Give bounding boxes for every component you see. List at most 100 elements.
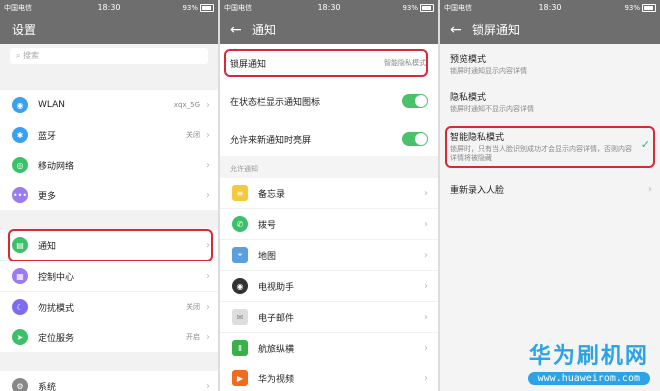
app-label: 航旅纵横 [258,344,295,355]
control-center-icon: ▦ [12,268,28,284]
chevron-right-icon: › [424,249,428,261]
app-item-memo[interactable]: ≡ 备忘录 › [220,178,438,209]
mode-option-preview[interactable]: 预览模式 锁屏时通知显示内容详情 [450,52,650,76]
more-icon: ••• [12,187,28,203]
page-title: 设置 [12,23,37,37]
tv-assistant-icon: ◉ [232,278,248,294]
search-placeholder: 搜索 [23,51,40,60]
app-item-email[interactable]: ✉ 电子邮件 › [220,302,438,333]
moon-icon: ☾ [12,299,28,315]
settings-item-mobile-network[interactable]: ◎ 移动网络 › [0,150,218,180]
app-label: 备忘录 [258,189,286,200]
chevron-right-icon: › [206,99,210,111]
mode-description: 锁屏时通知不显示内容详情 [450,105,534,113]
app-label: 华为视频 [258,374,295,385]
title-bar: ← 通知 [220,16,438,44]
battery-label: 93% [182,4,198,12]
email-icon: ✉ [232,309,248,325]
highlight-box [445,126,655,168]
battery-icon [642,4,656,12]
settings-item-label: WLAN [38,100,66,110]
settings-item-label: 定位服务 [38,333,75,344]
chevron-right-icon: › [206,159,210,171]
chevron-right-icon: › [424,342,428,354]
app-item-travel[interactable]: Ⅱ 航旅纵横 › [220,333,438,364]
watermark-url: www.huaweirom.com [527,372,650,385]
toggle-label: 在状态栏显示通知图标 [230,97,321,108]
highlight-box [224,49,428,77]
battery-label: 93% [402,4,418,12]
video-icon: ▶ [232,370,248,386]
status-bar: 中国电信 18:30 93% [220,0,438,16]
mode-option-privacy[interactable]: 隐私模式 锁屏时通知不显示内容详情 [450,90,650,114]
settings-item-do-not-disturb[interactable]: ☾ 勿扰模式 关闭 › [0,292,218,322]
chevron-right-icon: › [206,189,210,201]
settings-item-label: 蓝牙 [38,131,57,142]
settings-item-label: 控制中心 [38,272,75,283]
settings-panel: 中国电信 18:30 93% 设置 ⌕ 搜索 ◉ WLAN xqx_5G › ✱… [0,0,218,391]
chevron-right-icon: › [206,270,210,282]
back-arrow-icon[interactable]: ← [230,16,242,44]
mode-description: 锁屏时通知显示内容详情 [450,67,527,75]
settings-item-label: 更多 [38,191,57,202]
search-input[interactable]: ⌕ 搜索 [10,48,208,64]
app-label: 电子邮件 [258,313,295,324]
phone-icon: ✆ [232,216,248,232]
back-arrow-icon[interactable]: ← [450,16,462,44]
chevron-right-icon: › [206,301,210,313]
app-item-video[interactable]: ▶ 华为视频 › [220,363,438,391]
chevron-right-icon: › [424,280,428,292]
status-bar-icon-toggle-row: 在状态栏显示通知图标 [220,86,438,116]
lock-screen-panel: 中国电信 18:30 93% ← 锁屏通知 预览模式 锁屏时通知显示内容详情 隐… [440,0,660,391]
settings-item-system[interactable]: ⚙ 系统 › [0,371,218,391]
chevron-right-icon: › [648,183,652,195]
battery-indicator: 93% [624,0,656,16]
wake-screen-toggle[interactable] [402,132,428,146]
highlight-box [8,229,213,262]
status-bar: 中国电信 18:30 93% [440,0,660,16]
notification-panel: 中国电信 18:30 93% ← 通知 锁屏通知 智能隐私模式 在状态栏显示通知… [220,0,438,391]
mode-title: 预览模式 [450,55,487,65]
status-bar-icon-toggle[interactable] [402,94,428,108]
reenroll-face-label: 重新录入人脸 [450,185,505,196]
chevron-right-icon: › [424,187,428,199]
app-label: 电视助手 [258,282,295,293]
battery-icon [420,4,434,12]
settings-item-control-center[interactable]: ▦ 控制中心 › [0,261,218,291]
battery-indicator: 93% [402,0,434,16]
settings-item-wlan[interactable]: ◉ WLAN xqx_5G › [0,90,218,120]
settings-item-bluetooth[interactable]: ✱ 蓝牙 关闭 › [0,120,218,150]
battery-icon [200,4,214,12]
settings-item-label: 系统 [38,382,57,391]
mobile-network-icon: ◎ [12,157,28,173]
chevron-right-icon: › [206,331,210,343]
app-item-dialer[interactable]: ✆ 拨号 › [220,209,438,240]
app-label: 地图 [258,251,277,262]
watermark: 华为刷机网 www.huaweirom.com [527,338,650,385]
title-bar: 设置 [0,16,218,44]
settings-item-label: 移动网络 [38,161,75,172]
app-label: 拨号 [258,220,277,231]
settings-item-value: 开启 [186,333,200,341]
app-item-tv-assistant[interactable]: ◉ 电视助手 › [220,271,438,302]
chevron-right-icon: › [424,311,428,323]
system-icon: ⚙ [12,378,28,391]
chevron-right-icon: › [424,218,428,230]
settings-item-label: 勿扰模式 [38,303,75,314]
location-icon: ➤ [12,329,28,345]
mode-title: 隐私模式 [450,93,487,103]
reenroll-face-item[interactable]: 重新录入人脸 › [440,174,660,204]
app-item-map[interactable]: ⌖ 地图 › [220,240,438,271]
settings-item-value: 关闭 [186,303,200,311]
battery-indicator: 93% [182,0,214,16]
bluetooth-icon: ✱ [12,127,28,143]
settings-item-more[interactable]: ••• 更多 › [0,180,218,210]
settings-item-value: xqx_5G [173,101,200,109]
battery-label: 93% [624,4,640,12]
title-bar: ← 锁屏通知 [440,16,660,44]
watermark-title: 华为刷机网 [528,344,649,369]
wake-screen-toggle-row: 允许来新通知时亮屏 [220,124,438,154]
allow-notification-label: 允许通知 [230,165,258,173]
chevron-right-icon: › [206,129,210,141]
settings-item-location[interactable]: ➤ 定位服务 开启 › [0,322,218,352]
